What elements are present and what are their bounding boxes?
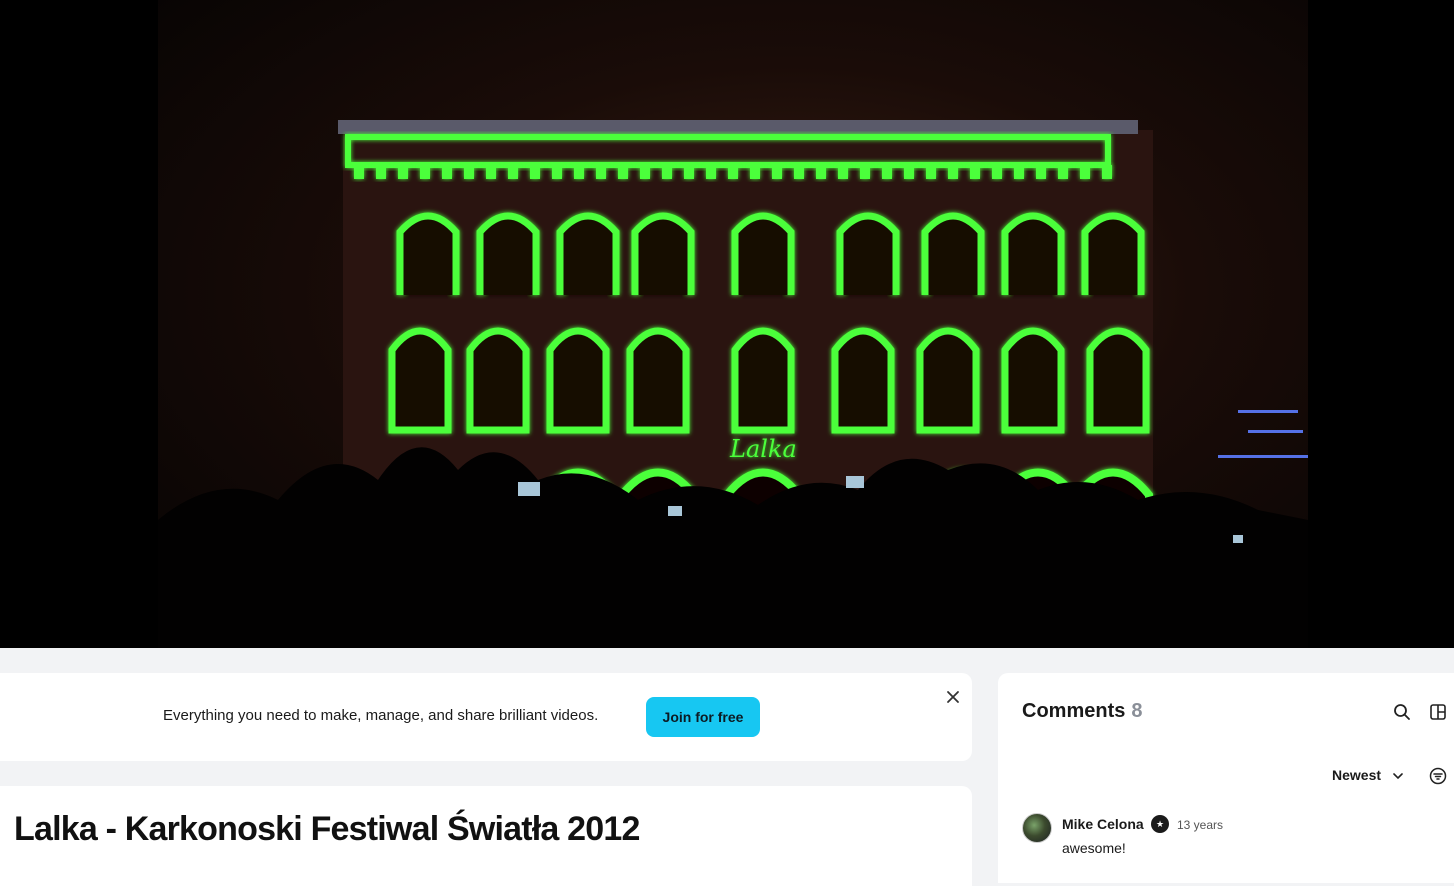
- facade-dentil: [926, 165, 936, 179]
- facade-dentil: [618, 165, 628, 179]
- facade-dentil: [640, 165, 650, 179]
- facade-window: [1081, 212, 1145, 295]
- facade-dentil: [816, 165, 826, 179]
- panel-toggle-icon[interactable]: [1426, 700, 1450, 724]
- facade-window: [388, 327, 452, 434]
- facade-window: [836, 212, 900, 295]
- filter-icon[interactable]: [1426, 764, 1450, 788]
- facade-window: [1086, 327, 1150, 434]
- facade-window: [476, 212, 540, 295]
- facade-dentil: [376, 165, 386, 179]
- comments-heading: Comments 8: [1022, 700, 1142, 723]
- facade-dentil: [1102, 165, 1112, 179]
- facade-dentil: [772, 165, 782, 179]
- comments-heading-label: Comments: [1022, 700, 1126, 722]
- facade-dentil: [838, 165, 848, 179]
- facade-window: [731, 212, 795, 295]
- facade-window: [921, 212, 985, 295]
- facade-dentil: [992, 165, 1002, 179]
- facade-dentil: [398, 165, 408, 179]
- facade-dentil: [948, 165, 958, 179]
- facade-dentil: [1014, 165, 1024, 179]
- video-still: Lalka: [158, 120, 1308, 648]
- facade-window: [466, 327, 530, 434]
- facade-dentil: [486, 165, 496, 179]
- facade-window: [626, 327, 690, 434]
- facade-dentil: [596, 165, 606, 179]
- facade-dentil: [970, 165, 980, 179]
- facade-window: [396, 212, 460, 295]
- promo-text: Everything you need to make, manage, and…: [163, 707, 599, 724]
- facade-dentil: [354, 165, 364, 179]
- facade-window: [916, 327, 980, 434]
- join-for-free-button[interactable]: Join for free: [646, 697, 760, 737]
- facade-dentil: [530, 165, 540, 179]
- facade-dentil: [794, 165, 804, 179]
- facade-dentil: [508, 165, 518, 179]
- close-icon[interactable]: [941, 685, 965, 709]
- comment-author[interactable]: Mike Celona: [1062, 816, 1144, 832]
- facade-window: [731, 327, 795, 434]
- facade-window: [556, 212, 620, 295]
- facade-window: [1001, 327, 1065, 434]
- sort-dropdown[interactable]: Newest: [1332, 767, 1403, 783]
- sort-label: Newest: [1332, 767, 1382, 783]
- video-title: Lalka - Karkonoski Festiwal Światła 2012: [14, 810, 640, 848]
- member-badge-icon: ★: [1151, 815, 1169, 833]
- facade-dentil: [882, 165, 892, 179]
- facade-dentil: [420, 165, 430, 179]
- facade-dentil: [904, 165, 914, 179]
- facade-dentil: [442, 165, 452, 179]
- search-icon[interactable]: [1390, 700, 1414, 724]
- facade-dentil: [706, 165, 716, 179]
- comment-body: awesome!: [1062, 840, 1126, 856]
- chevron-down-icon: [1393, 767, 1403, 783]
- facade-dentil: [1036, 165, 1046, 179]
- facade-dentil: [684, 165, 694, 179]
- facade-window: [1001, 212, 1065, 295]
- avatar[interactable]: [1022, 813, 1052, 843]
- facade-window: [831, 327, 895, 434]
- facade-dentil: [1080, 165, 1090, 179]
- facade-dentil: [860, 165, 870, 179]
- facade-dentil: [662, 165, 672, 179]
- facade-window: [631, 212, 695, 295]
- video-player[interactable]: Lalka: [0, 0, 1454, 648]
- comment-time[interactable]: 13 years: [1177, 818, 1223, 832]
- video-frame[interactable]: Lalka: [158, 0, 1308, 648]
- facade-dentil: [1058, 165, 1068, 179]
- facade-dentil: [574, 165, 584, 179]
- facade-dentil: [728, 165, 738, 179]
- facade-sign: Lalka: [729, 435, 797, 463]
- facade-dentil: [750, 165, 760, 179]
- facade-dentil: [552, 165, 562, 179]
- comments-count: 8: [1131, 700, 1143, 722]
- facade-dentil: [464, 165, 474, 179]
- facade-window: [546, 327, 610, 434]
